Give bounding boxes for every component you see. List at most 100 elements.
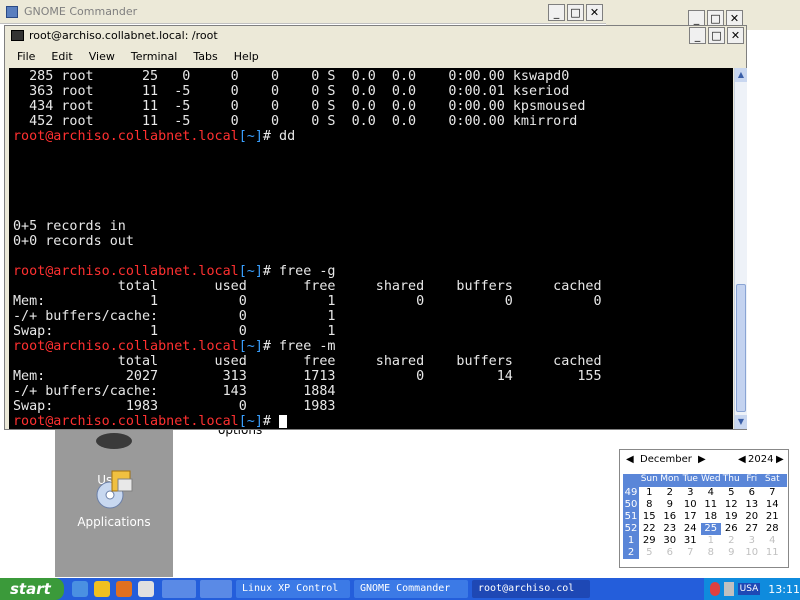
calendar-week-row: 51 15 16 17 18 19 20 21 <box>623 511 787 523</box>
menu-file[interactable]: File <box>17 50 35 63</box>
prompt-command: # free -m <box>262 339 336 354</box>
scroll-up-icon[interactable]: ▲ <box>735 68 747 82</box>
prompt-user: root@archiso.collabnet.local <box>13 264 239 279</box>
calendar-day[interactable]: 4 <box>701 487 722 499</box>
prompt-command: # dd <box>262 129 296 144</box>
calendar-week-row: 52 22 23 24 25 26 27 28 <box>623 523 787 535</box>
terminal-minimize-button[interactable]: _ <box>689 27 706 44</box>
calendar-day[interactable]: 29 <box>639 535 660 547</box>
calendar-day[interactable]: 27 <box>742 523 763 535</box>
calendar-day[interactable]: 9 <box>660 499 681 511</box>
calendar-day[interactable]: 17 <box>680 511 701 523</box>
scroll-down-icon[interactable]: ▼ <box>735 415 747 429</box>
prev-year-icon[interactable]: ◀ <box>738 454 746 465</box>
taskbar: start Linux XP Control GNOME Commander r… <box>0 578 800 600</box>
calendar-day[interactable]: 3 <box>742 535 763 547</box>
calendar-weekday: Sun <box>640 474 658 484</box>
prompt-user: root@archiso.collabnet.local <box>13 339 239 354</box>
tray-app-icon[interactable] <box>710 582 720 596</box>
calendar-day[interactable]: 3 <box>680 487 701 499</box>
show-desktop-icon[interactable] <box>162 580 196 598</box>
menu-help[interactable]: Help <box>234 50 259 63</box>
calendar-day[interactable]: 30 <box>660 535 681 547</box>
menu-terminal[interactable]: Terminal <box>131 50 178 63</box>
media-icon[interactable] <box>116 581 132 597</box>
calendar-day[interactable]: 20 <box>742 511 763 523</box>
calendar-day[interactable]: 12 <box>721 499 742 511</box>
calendar-day[interactable]: 31 <box>680 535 701 547</box>
terminal-titlebar[interactable]: root@archiso.collabnet.local: /root _ □ … <box>5 26 746 46</box>
browser-icon[interactable] <box>72 581 88 597</box>
volume-icon[interactable] <box>723 582 734 596</box>
terminal-close-button[interactable]: ✕ <box>727 27 744 44</box>
terminal-output-line: 363 root 11 -5 0 0 0 S 0.0 0.0 0:00.01 k… <box>13 84 570 99</box>
task-terminal[interactable]: root@archiso.col <box>472 580 590 598</box>
calendar-day[interactable]: 1 <box>701 535 722 547</box>
calendar-day[interactable]: 19 <box>721 511 742 523</box>
calendar-day[interactable]: 18 <box>701 511 722 523</box>
calendar-week-number: 2 <box>623 547 639 559</box>
applications-launcher[interactable]: Applications <box>59 467 169 529</box>
minimize-button[interactable]: _ <box>548 4 565 21</box>
calendar-day[interactable]: 6 <box>660 547 681 559</box>
calendar-day[interactable]: 2 <box>721 535 742 547</box>
calendar-day[interactable]: 21 <box>762 511 783 523</box>
calendar-day[interactable]: 16 <box>660 511 681 523</box>
calendar-day[interactable]: 15 <box>639 511 660 523</box>
calendar-day[interactable]: 23 <box>660 523 681 535</box>
folder-icon[interactable] <box>94 581 110 597</box>
prompt-dir: [~] <box>238 414 263 429</box>
window-switch-icon[interactable] <box>200 580 232 598</box>
calendar-month: December <box>640 454 692 465</box>
calendar-day[interactable]: 1 <box>639 487 660 499</box>
calendar-day[interactable]: 24 <box>680 523 701 535</box>
calendar-day[interactable]: 11 <box>701 499 722 511</box>
calendar-day[interactable]: 14 <box>762 499 783 511</box>
close-button[interactable]: ✕ <box>586 4 603 21</box>
maximize-button[interactable]: □ <box>567 4 584 21</box>
task-gnome-commander[interactable]: GNOME Commander <box>354 580 468 598</box>
task-linux-xp-control[interactable]: Linux XP Control <box>236 580 350 598</box>
start-button[interactable]: start <box>0 578 64 600</box>
calendar-day[interactable]: 6 <box>742 487 763 499</box>
calendar-day[interactable]: 5 <box>639 547 660 559</box>
calendar-day[interactable]: 28 <box>762 523 783 535</box>
next-year-icon[interactable]: ▶ <box>776 454 784 465</box>
calendar-day[interactable]: 7 <box>680 547 701 559</box>
terminal-output-line: -/+ buffers/cache: 0 1 <box>13 309 336 324</box>
scroll-thumb[interactable] <box>736 284 746 412</box>
quick-launch <box>64 581 154 597</box>
calendar-day[interactable]: 10 <box>742 547 763 559</box>
next-month-icon[interactable]: ▶ <box>698 454 706 465</box>
gnome-commander-title: GNOME Commander <box>24 5 138 18</box>
terminal-scrollbar[interactable]: ▲ ▼ <box>734 68 747 429</box>
terminal-maximize-button[interactable]: □ <box>708 27 725 44</box>
calendar-weekday-header: Sun Mon Tue Wed Thu Fri Sat <box>623 474 787 487</box>
calendar-day[interactable]: 25 <box>700 523 721 535</box>
terminal-output-line: 434 root 11 -5 0 0 0 S 0.0 0.0 0:00.00 k… <box>13 99 586 114</box>
terminal-screen[interactable]: 285 root 25 0 0 0 0 S 0.0 0.0 0:00.00 ks… <box>9 68 733 429</box>
menu-edit[interactable]: Edit <box>51 50 72 63</box>
calendar-weekday: Thu <box>722 474 740 484</box>
calendar-day[interactable]: 11 <box>762 547 783 559</box>
calendar-day[interactable]: 5 <box>721 487 742 499</box>
prev-month-icon[interactable]: ◀ <box>626 454 634 465</box>
calendar-day[interactable]: 7 <box>762 487 783 499</box>
calendar-day[interactable]: 9 <box>721 547 742 559</box>
language-indicator[interactable]: USA <box>737 583 761 595</box>
calendar-day[interactable]: 10 <box>680 499 701 511</box>
terminal-output-line: 0+0 records out <box>13 234 134 249</box>
calendar-day[interactable]: 8 <box>701 547 722 559</box>
clock[interactable]: 13:11 <box>768 583 800 596</box>
calendar-day[interactable]: 26 <box>721 523 742 535</box>
calendar-day[interactable]: 22 <box>639 523 660 535</box>
calendar-day[interactable]: 13 <box>742 499 763 511</box>
menu-tabs[interactable]: Tabs <box>193 50 217 63</box>
app-icon[interactable] <box>138 581 154 597</box>
terminal-prompt-line: root@archiso.collabnet.local[~]# <box>13 414 288 429</box>
menu-view[interactable]: View <box>89 50 115 63</box>
calendar-day[interactable]: 8 <box>639 499 660 511</box>
calendar-day[interactable]: 2 <box>660 487 681 499</box>
calendar-day[interactable]: 4 <box>762 535 783 547</box>
gnome-commander-titlebar[interactable]: GNOME Commander _ □ ✕ <box>0 0 606 24</box>
